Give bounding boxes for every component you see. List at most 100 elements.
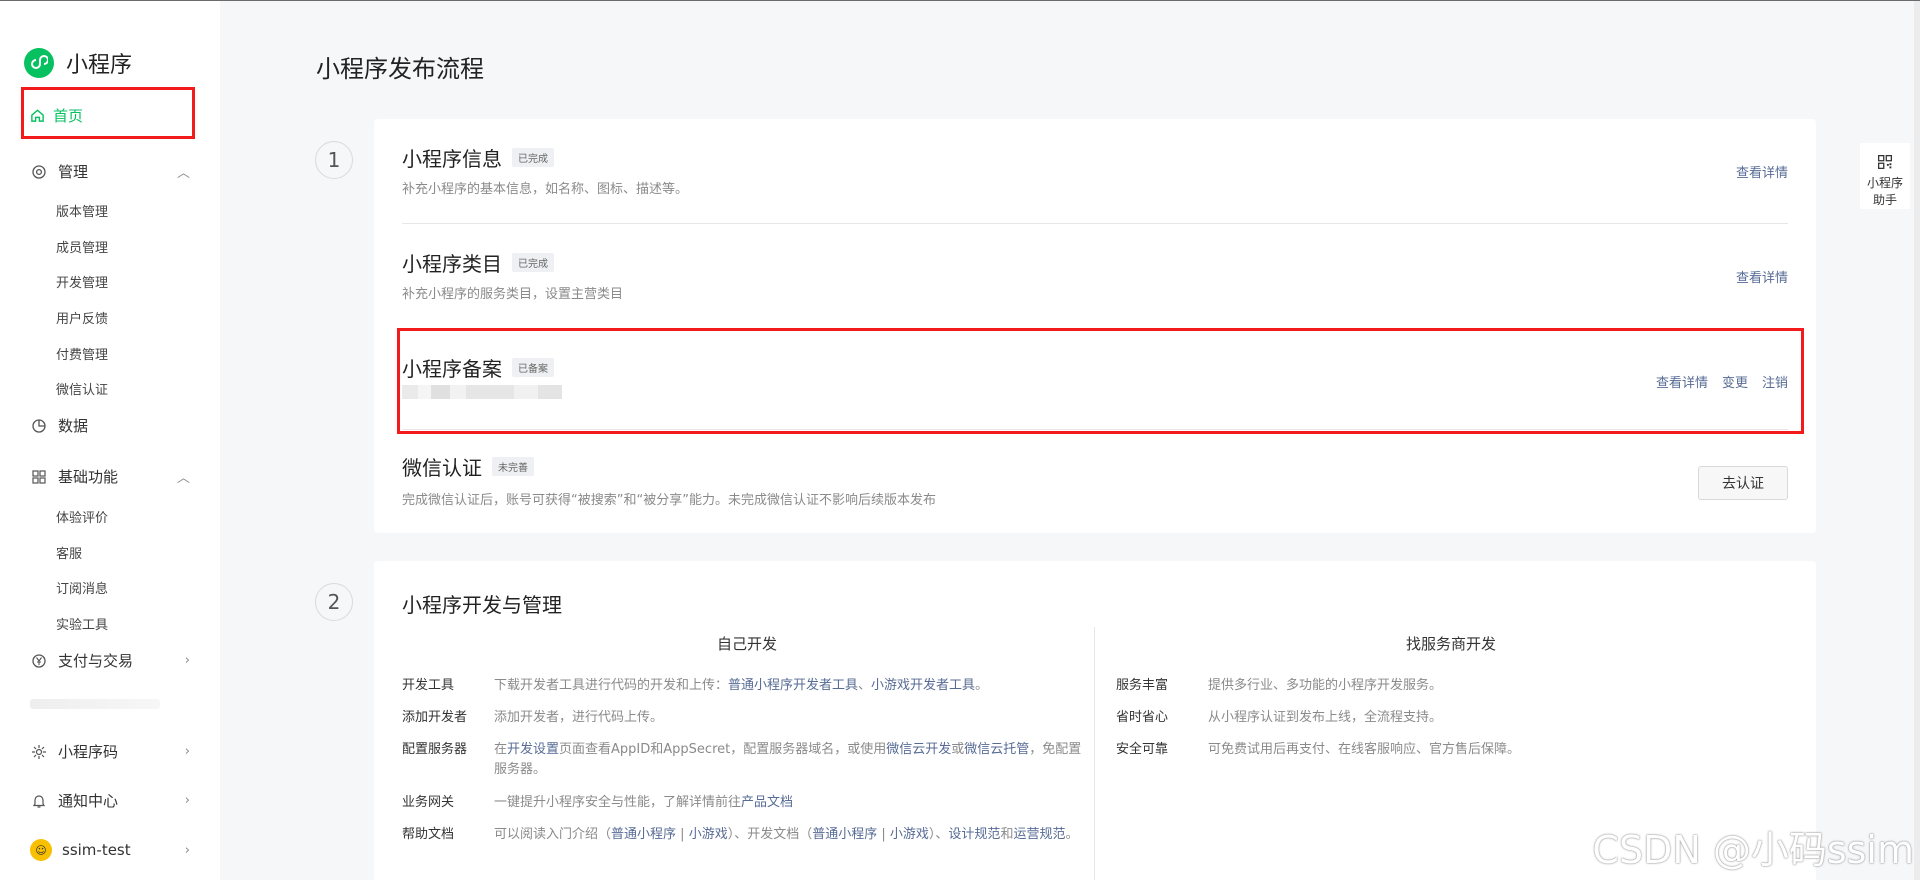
row-title: 小程序类目 (402, 252, 502, 276)
cloud-hosting-link[interactable]: 微信云托管 (964, 742, 1029, 757)
help-docs-item: 帮助文档 可以阅读入门介绍（普通小程序 | 小游戏）、开发文档（普通小程序 | … (402, 825, 1092, 845)
sidebar-group-basic[interactable]: 基础功能 ︿ (30, 466, 190, 487)
sidebar-item-pay[interactable]: 支付与交易 › (30, 650, 190, 671)
text: ）、开发文档（ (727, 827, 813, 842)
item-key: 安全可靠 (1116, 742, 1169, 757)
chevron-right-icon: › (184, 653, 190, 668)
yen-icon (30, 652, 48, 670)
product-docs-link[interactable]: 产品文档 (741, 795, 793, 810)
row-title-group: 微信认证 未完善 (402, 452, 534, 481)
sidebar-item-dev[interactable]: 开发管理 (56, 272, 108, 291)
text: | (676, 827, 689, 842)
row-desc: 补充小程序的服务类目，设置主营类目 (402, 287, 624, 302)
publish-steps-card: 小程序信息 已完成 补充小程序的基本信息，如名称、图标、描述等。 查看详情 小程… (374, 119, 1816, 533)
sidebar-item-billing[interactable]: 付费管理 (56, 344, 108, 363)
row-title: 小程序信息 (402, 147, 502, 171)
sidebar-item-members[interactable]: 成员管理 (56, 237, 108, 256)
assistant-float-button[interactable]: 小程序 助手 (1860, 143, 1910, 209)
status-badge: 未完善 (492, 457, 534, 476)
mini-game-devtool-link[interactable]: 小游戏开发者工具 (871, 678, 975, 693)
sidebar-group-label: 基础功能 (58, 468, 119, 486)
item-key: 配置服务器 (402, 742, 468, 757)
text: 和 (1000, 827, 1014, 842)
text: 。 (1065, 827, 1079, 842)
row-wechat-verify: 微信认证 未完善 完成微信认证后，账号可获得“被搜索”和“被分享”能力。未完成微… (374, 430, 1816, 533)
sidebar-item-label: 小程序码 (58, 743, 119, 761)
chevron-right-icon: › (184, 744, 190, 759)
sidebar-item-data[interactable]: 数据 (30, 415, 190, 436)
step-number: 2 (315, 583, 353, 621)
go-verify-button[interactable]: 去认证 (1698, 466, 1788, 500)
assistant-label-line: 小程序 (1866, 176, 1903, 190)
item-key: 开发工具 (402, 678, 455, 693)
brand[interactable]: 小程序 (24, 47, 132, 79)
sidebar: 小程序 首页 管理 ︿ 版本管理 成员管理 开发管理 用户反馈 付费管理 微信认… (0, 1, 220, 880)
sidebar-item-subscribe[interactable]: 订阅消息 (56, 578, 108, 597)
highlight-box-filing (397, 328, 1804, 434)
item-key: 帮助文档 (402, 827, 455, 842)
sidebar-item-wechat-verify[interactable]: 微信认证 (56, 379, 108, 398)
grid-icon (30, 468, 48, 486)
cloud-dev-link[interactable]: 微信云开发 (886, 742, 951, 757)
sun-icon (30, 743, 48, 761)
docs-mini-program-link[interactable]: 普通小程序 (812, 827, 877, 842)
assistant-label-line: 助手 (1872, 193, 1897, 207)
sidebar-item-feedback[interactable]: 用户反馈 (56, 308, 108, 327)
dev-settings-link[interactable]: 开发设置 (507, 742, 559, 757)
item-value: 下载开发者工具进行代码的开发和上传：普通小程序开发者工具、小游戏开发者工具。 (494, 676, 988, 696)
qr-code-icon (1878, 155, 1892, 169)
sidebar-item-notice[interactable]: 通知中心 › (30, 790, 190, 811)
docs-mini-game-link[interactable]: 小游戏 (890, 827, 929, 842)
intro-mini-program-link[interactable]: 普通小程序 (611, 827, 676, 842)
item-value: 可免费试用后再支付、在线客服响应、官方售后保障。 (1208, 742, 1521, 757)
design-guide-link[interactable]: 设计规范 (948, 827, 1000, 842)
sidebar-item-label: 支付与交易 (58, 652, 134, 670)
text: 一键提升小程序安全与性能，了解详情前往 (494, 795, 742, 810)
gear-icon (30, 163, 48, 181)
view-details-link[interactable]: 查看详情 (1736, 162, 1788, 181)
text: 页面查看AppID和AppSecret，配置服务器域名，或使用 (559, 742, 887, 757)
pie-chart-icon (30, 417, 48, 435)
sidebar-item-service[interactable]: 客服 (56, 543, 82, 562)
item-value: 一键提升小程序安全与性能，了解详情前往产品文档 (494, 793, 793, 813)
item-value: 从小程序认证到发布上线，全流程支持。 (1208, 710, 1443, 725)
sidebar-item-qrcode[interactable]: 小程序码 › (30, 741, 190, 762)
sidebar-item-label: 通知中心 (58, 792, 119, 810)
mini-program-devtool-link[interactable]: 普通小程序开发者工具 (728, 678, 858, 693)
view-details-link[interactable]: 查看详情 (1736, 267, 1788, 286)
column-head-self: 自己开发 (716, 635, 777, 653)
sidebar-item-user[interactable]: ☺ ssim-test › (30, 839, 190, 861)
text: ）、 (928, 827, 949, 842)
row-title-group: 小程序信息 已完成 (402, 143, 554, 172)
sidebar-item-rating[interactable]: 体验评价 (56, 507, 108, 526)
sidebar-item-lab[interactable]: 实验工具 (56, 614, 108, 633)
text: 、 (858, 678, 872, 693)
row-desc: 补充小程序的基本信息，如名称、图标、描述等。 (402, 182, 689, 197)
status-badge: 已完成 (512, 148, 554, 167)
row-info: 小程序信息 已完成 补充小程序的基本信息，如名称、图标、描述等。 查看详情 (374, 119, 1816, 223)
intro-mini-game-link[interactable]: 小游戏 (689, 827, 728, 842)
ops-guide-link[interactable]: 运营规范 (1013, 827, 1065, 842)
column-divider (1094, 627, 1095, 880)
watermark: CSDN @小码ssim (1592, 828, 1914, 872)
chevron-right-icon: › (184, 793, 190, 808)
sidebar-group-label: 管理 (58, 163, 89, 181)
item-key: 业务网关 (402, 795, 455, 810)
column-head-vendor: 找服务商开发 (1405, 635, 1496, 653)
item-value: 添加开发者，进行代码上传。 (494, 710, 664, 725)
scrollbar[interactable] (1914, 1, 1920, 880)
page-title: 小程序发布流程 (316, 55, 484, 83)
mini-program-logo-icon (24, 48, 54, 78)
item-value: 提供多行业、多功能的小程序开发服务。 (1208, 678, 1443, 693)
sidebar-item-version[interactable]: 版本管理 (56, 201, 108, 220)
dev-tool-item: 开发工具 下载开发者工具进行代码的开发和上传：普通小程序开发者工具、小游戏开发者… (402, 676, 1092, 696)
chevron-up-icon: ︿ (176, 471, 190, 486)
sidebar-item-label: 数据 (58, 417, 89, 435)
chevron-up-icon: ︿ (176, 166, 190, 181)
text: 在 (494, 742, 508, 757)
faded-sidebar-item (30, 699, 160, 709)
sidebar-group-manage[interactable]: 管理 ︿ (30, 161, 190, 182)
row-category: 小程序类目 已完成 补充小程序的服务类目，设置主营类目 查看详情 (374, 224, 1816, 328)
chevron-right-icon: › (184, 842, 190, 858)
gateway-item: 业务网关 一键提升小程序安全与性能，了解详情前往产品文档 (402, 793, 1092, 813)
